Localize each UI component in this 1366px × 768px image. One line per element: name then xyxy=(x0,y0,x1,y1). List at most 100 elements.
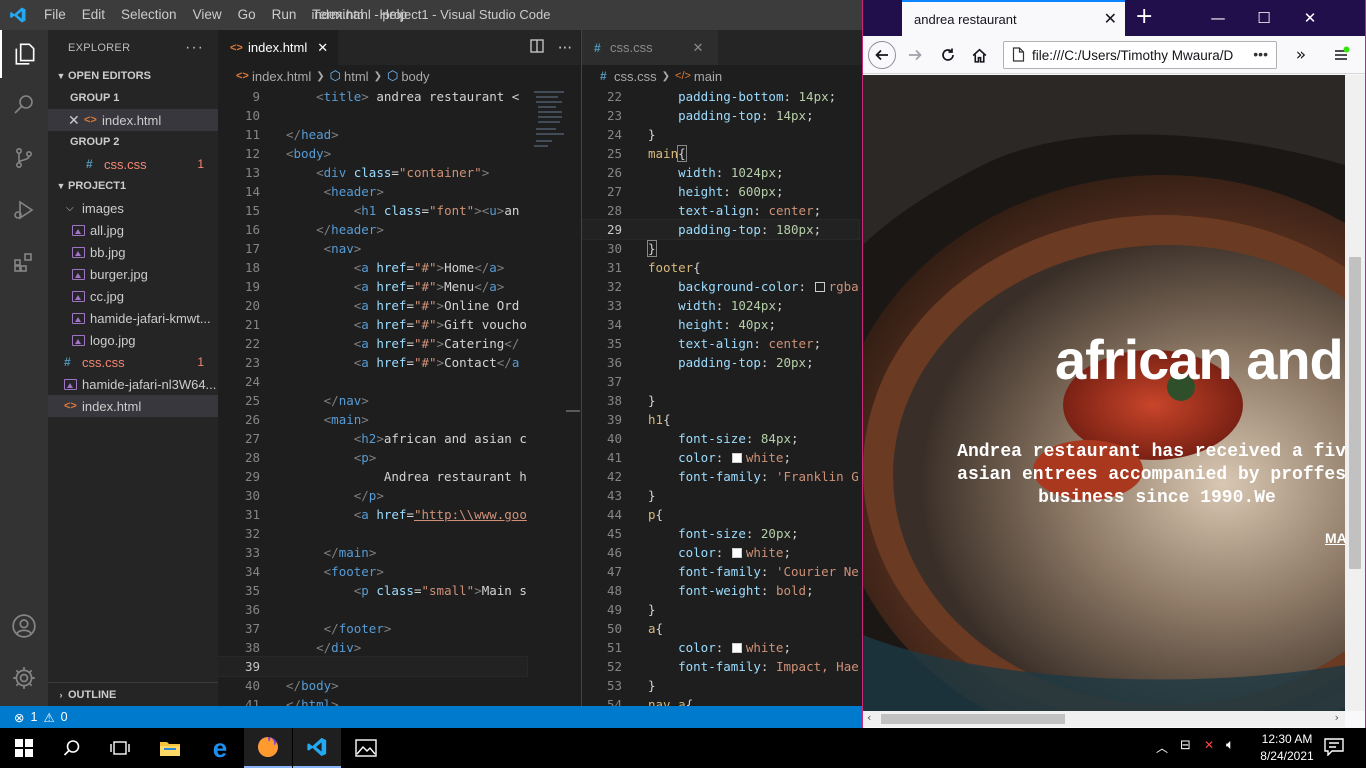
browser-tab[interactable]: andrea restaurant ✕ xyxy=(902,0,1125,36)
battery-warning-icon[interactable]: ✕ xyxy=(1204,738,1214,752)
code-line: 19 <a href="#">Menu</a> xyxy=(218,277,527,296)
volume-icon[interactable]: 🔈︎ xyxy=(1226,737,1234,753)
hamburger-menu-icon[interactable] xyxy=(1327,41,1355,69)
settings-gear-icon[interactable] xyxy=(0,654,48,702)
run-debug-icon[interactable] xyxy=(0,186,48,234)
menu-item-edit[interactable]: Edit xyxy=(74,0,113,30)
code-line: 49} xyxy=(582,600,859,619)
paragraph-line: Andrea restaurant has received a five xyxy=(957,442,1345,462)
code-line: 51 color: white; xyxy=(582,638,859,657)
breadcrumb-item[interactable]: body xyxy=(401,69,429,84)
menu-item-selection[interactable]: Selection xyxy=(113,0,185,30)
project-section[interactable]: ▼ PROJECT1 xyxy=(48,175,218,197)
new-tab-icon[interactable]: + xyxy=(1135,4,1153,29)
file-explorer-icon[interactable] xyxy=(146,728,194,768)
firefox-icon[interactable] xyxy=(244,728,292,768)
code-editor-css[interactable]: 22 padding-bottom: 14px; 23 padding-top: … xyxy=(582,87,860,706)
menu-item-go[interactable]: Go xyxy=(230,0,264,30)
minimize-icon[interactable]: — xyxy=(1195,0,1241,36)
vertical-scrollbar[interactable] xyxy=(1345,75,1365,711)
breadcrumb-item[interactable]: index.html xyxy=(252,69,311,84)
close-tab-icon[interactable]: ✕ xyxy=(1104,9,1117,29)
folder-label: images xyxy=(82,200,124,216)
close-icon[interactable]: ✕ xyxy=(68,112,84,129)
more-actions-icon[interactable]: ··· xyxy=(185,39,204,57)
scrollbar-indicator[interactable] xyxy=(566,410,580,412)
reload-icon[interactable] xyxy=(934,41,962,69)
vscode-logo-icon xyxy=(0,0,36,30)
back-icon[interactable] xyxy=(868,41,896,69)
menu-item-file[interactable]: File xyxy=(36,0,74,30)
close-tab-icon[interactable]: ✕ xyxy=(317,40,328,56)
scrollbar-thumb[interactable] xyxy=(881,714,1065,724)
tab-css-css[interactable]: # css.css ✕ xyxy=(582,30,718,65)
menu-item-run[interactable]: Run xyxy=(264,0,305,30)
file-image[interactable]: cc.jpg xyxy=(48,285,218,307)
split-editor-icon[interactable] xyxy=(530,38,544,57)
file-image[interactable]: burger.jpg xyxy=(48,263,218,285)
more-actions-icon[interactable]: ··· xyxy=(558,39,572,57)
show-hidden-icons-icon[interactable]: ︿ xyxy=(1156,739,1168,756)
menu-item-terminal[interactable]: Terminal xyxy=(304,0,371,30)
warning-icon[interactable]: ⚠ xyxy=(43,710,54,725)
file-image[interactable]: all.jpg xyxy=(48,219,218,241)
maximize-icon[interactable]: ☐ xyxy=(1241,0,1287,36)
line-number: 41 xyxy=(244,697,260,706)
scroll-right-icon[interactable]: › xyxy=(1335,711,1339,724)
warning-count[interactable]: 0 xyxy=(61,710,68,724)
source-control-icon[interactable] xyxy=(0,134,48,182)
file-index-html[interactable]: <> index.html xyxy=(48,395,218,417)
code-text: </div> xyxy=(316,640,362,655)
windows-start-icon[interactable] xyxy=(0,728,48,768)
code-text: </footer> xyxy=(323,621,392,636)
close-window-icon[interactable]: ✕ xyxy=(1287,0,1333,36)
code-editor-html[interactable]: 9 <title> andrea restaurant < 10 11 </head>… xyxy=(218,87,528,706)
notifications-icon[interactable] xyxy=(1324,738,1344,760)
account-icon[interactable] xyxy=(0,602,48,650)
explorer-icon[interactable] xyxy=(0,30,48,78)
scroll-left-icon[interactable]: ‹ xyxy=(867,711,871,724)
page-actions-icon[interactable]: ••• xyxy=(1251,46,1268,62)
page-link[interactable]: MA xyxy=(1325,530,1345,546)
folder-images[interactable]: ⌵ images xyxy=(48,197,218,219)
file-css-css[interactable]: # css.css 1 xyxy=(48,351,218,373)
file-image[interactable]: hamide-jafari-nl3W64... xyxy=(48,373,218,395)
extensions-icon[interactable] xyxy=(0,238,48,286)
network-icon[interactable]: ⊟ xyxy=(1180,738,1191,753)
editor-group-left: <> index.html ✕ ··· <> index.html ❯ ⬡ ht… xyxy=(218,30,580,706)
home-icon[interactable] xyxy=(965,41,993,69)
file-image[interactable]: logo.jpg xyxy=(48,329,218,351)
scrollbar-thumb[interactable] xyxy=(1349,257,1361,569)
horizontal-scrollbar[interactable]: ‹ › xyxy=(863,711,1345,727)
edge-browser-icon[interactable]: e xyxy=(196,728,244,768)
explorer-title: EXPLORER xyxy=(68,41,131,54)
code-text: } xyxy=(648,127,656,142)
outline-section[interactable]: › OUTLINE xyxy=(48,682,218,706)
menu-item-view[interactable]: View xyxy=(185,0,230,30)
error-count[interactable]: 1 xyxy=(30,710,37,724)
close-tab-icon[interactable]: ✕ xyxy=(693,40,704,56)
photos-app-icon[interactable] xyxy=(342,728,390,768)
code-text: <h1 class="font"><u>an xyxy=(353,203,520,218)
task-view-icon[interactable] xyxy=(96,728,144,768)
breadcrumb-item[interactable]: css.css xyxy=(614,69,657,84)
tab-index-html[interactable]: <> index.html ✕ xyxy=(218,30,339,65)
error-icon[interactable]: ⊗ xyxy=(14,710,24,725)
file-image[interactable]: bb.jpg xyxy=(48,241,218,263)
system-clock[interactable]: 12:30 AM 8/24/2021 xyxy=(1252,731,1322,765)
search-icon[interactable] xyxy=(0,80,48,128)
open-editors-section[interactable]: ▼ OPEN EDITORS xyxy=(48,65,218,87)
open-editor-css-css[interactable]: # css.css 1 xyxy=(48,153,218,175)
open-editor-index-html[interactable]: ✕ <> index.html xyxy=(48,109,218,131)
breadcrumb-item[interactable]: html xyxy=(344,69,369,84)
forward-icon[interactable] xyxy=(901,41,929,69)
vscode-taskbar-icon[interactable] xyxy=(293,728,341,768)
overflow-chevrons-icon[interactable]: » xyxy=(1287,41,1315,69)
breadcrumb-item[interactable]: main xyxy=(694,69,722,84)
menu-item-help[interactable]: Help xyxy=(371,0,415,30)
search-icon[interactable] xyxy=(48,728,96,768)
url-bar[interactable]: file:///C:/Users/Timothy Mwaura/D ••• xyxy=(1003,41,1277,69)
minimap[interactable] xyxy=(528,87,580,706)
line-number: 38 xyxy=(606,393,622,408)
file-image[interactable]: hamide-jafari-kmwt... xyxy=(48,307,218,329)
